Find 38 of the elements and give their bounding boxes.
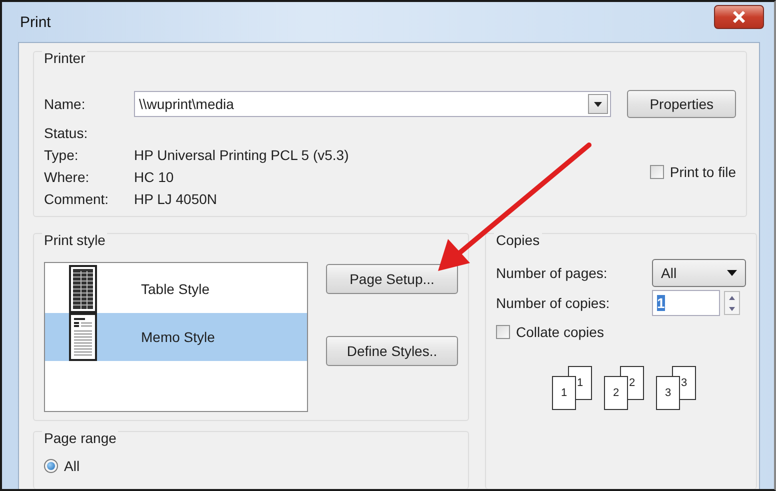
memo-style-icon — [69, 313, 97, 361]
table-style-icon — [69, 265, 97, 313]
checkbox-label: Collate copies — [516, 324, 604, 340]
style-list-item[interactable]: Memo Style — [45, 313, 307, 361]
checkbox[interactable] — [650, 165, 664, 179]
style-list-item[interactable]: Table Style — [45, 265, 307, 313]
info-value: HC 10 — [134, 169, 174, 185]
style-button[interactable]: Page Setup... — [326, 264, 458, 294]
properties-button[interactable]: Properties — [627, 90, 736, 118]
info-value: HP LJ 4050N — [134, 191, 218, 207]
group-title: Page range — [42, 430, 118, 446]
info-label: Status: — [44, 125, 89, 141]
printer-dropdown[interactable]: \\wuprint\media — [134, 91, 612, 117]
page-sheet: 2 — [604, 376, 628, 410]
field-label: Number of pages: — [496, 265, 608, 281]
page-sheet: 1 — [552, 376, 576, 410]
copies-input[interactable]: 1 — [652, 290, 720, 316]
group-title: Copies — [494, 232, 542, 248]
pages-dropdown[interactable]: All — [652, 259, 746, 287]
info-label: Where: — [44, 169, 90, 185]
info-value: HP Universal Printing PCL 5 (v5.3) — [134, 147, 349, 163]
group-title: Print style — [42, 232, 108, 248]
checkbox[interactable] — [496, 325, 510, 339]
window-title: Print — [20, 14, 51, 30]
field-label: Number of copies: — [496, 295, 611, 311]
field-label: Name: — [44, 96, 86, 112]
group-title: Printer — [42, 50, 88, 66]
info-label: Comment: — [44, 191, 110, 207]
checkbox-label: Print to file — [670, 164, 736, 180]
spin-buttons[interactable] — [724, 291, 740, 315]
radio-label: All — [64, 458, 80, 474]
style-button[interactable]: Define Styles.. — [326, 336, 458, 366]
close-button[interactable] — [714, 5, 764, 29]
radio-button[interactable] — [44, 459, 58, 473]
dropdown-arrow-icon — [727, 270, 737, 276]
page-sheet: 3 — [656, 376, 680, 410]
close-icon — [732, 11, 746, 23]
info-label: Type: — [44, 147, 80, 163]
